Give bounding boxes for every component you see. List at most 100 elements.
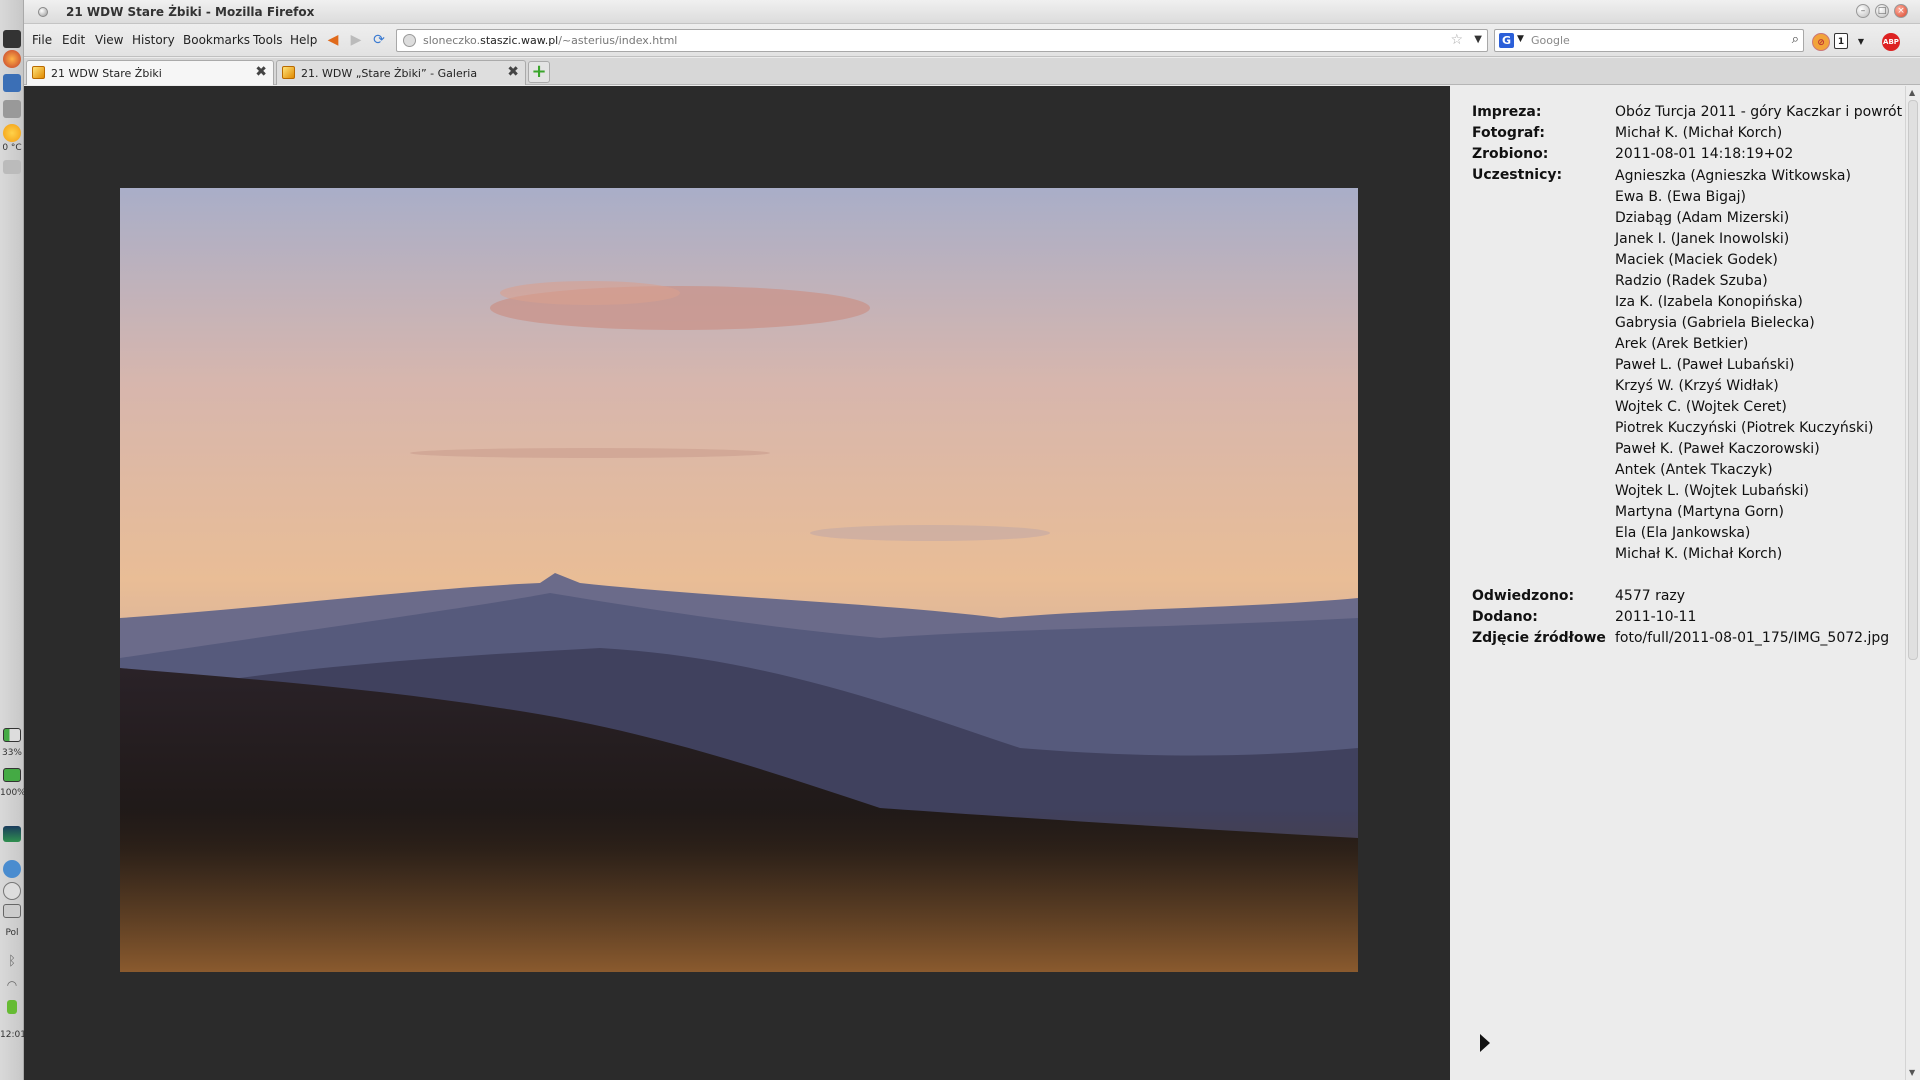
participant-item: Arek (Arek Betkier) [1615, 336, 1749, 352]
tab-galeria[interactable]: 21. WDW „Stare Żbiki” - Galeria ✖ [276, 60, 526, 85]
tab-label: 21. WDW „Stare Żbiki” - Galeria [301, 67, 478, 80]
site-identity-icon[interactable] [403, 34, 416, 47]
participant-item: Piotrek Kuczyński (Piotrek Kuczyński) [1615, 420, 1874, 436]
participant-item: Paweł K. (Paweł Kaczorowski) [1615, 441, 1820, 457]
participant-item: Krzyś W. (Krzyś Widłak) [1615, 378, 1779, 394]
url-bar[interactable]: sloneczko.staszic.waw.pl/~asterius/index… [396, 29, 1488, 52]
menu-tools[interactable]: Tools [253, 33, 283, 47]
taken-value: 2011-08-01 14:18:19+02 [1615, 146, 1794, 162]
firefox-window: 21 WDW Stare Żbiki - Mozilla Firefox – □… [24, 0, 1920, 1080]
menu-view[interactable]: View [95, 33, 123, 47]
visited-value: 4577 razy [1615, 588, 1686, 604]
participant-item: Janek I. (Janek Inowolski) [1615, 231, 1790, 247]
bluetooth-icon[interactable]: ᛒ [0, 954, 24, 969]
scroll-down-icon[interactable]: ▼ [1909, 1068, 1915, 1077]
addon-dropdown-icon[interactable]: ▼ [1852, 33, 1870, 51]
participant-item: Dziabąg (Adam Mizerski) [1615, 210, 1790, 226]
navigation-toolbar: File Edit View History Bookmarks Tools H… [24, 24, 1920, 57]
visited-label: Odwiedzono: [1472, 588, 1575, 604]
participants-list: Agnieszka (Agnieszka Witkowska) Ewa B. (E… [1615, 166, 1873, 565]
search-engine-dropdown-icon[interactable]: ▼ [1517, 34, 1524, 44]
photographer-value: Michał K. (Michał Korch) [1615, 125, 1783, 141]
settings-icon[interactable] [3, 860, 21, 878]
back-arrow-icon[interactable]: ◀ [324, 32, 342, 48]
battery-level-1: 33% [1, 748, 22, 758]
scroll-up-icon[interactable]: ▲ [1909, 88, 1915, 97]
menu-bookmarks[interactable]: Bookmarks [183, 33, 250, 47]
tab-label: 21 WDW Stare Żbiki [51, 67, 162, 80]
site-favicon-icon [282, 66, 295, 79]
added-label: Dodano: [1472, 609, 1538, 625]
battery-icon[interactable] [3, 768, 21, 782]
scrollbar[interactable]: ▲ ▼ [1905, 86, 1920, 1080]
forward-arrow-icon[interactable]: ▶ [347, 32, 365, 48]
menu-file[interactable]: File [32, 33, 52, 47]
google-engine-icon[interactable]: G [1499, 33, 1514, 48]
close-icon[interactable]: × [1894, 4, 1908, 18]
participant-item: Maciek (Maciek Godek) [1615, 252, 1778, 268]
search-bar[interactable]: G ▼ Google ⌕ [1494, 29, 1804, 52]
participant-item: Ewa B. (Ewa Bigaj) [1615, 189, 1746, 205]
event-value: Obóz Turcja 2011 - góry Kaczkar i powrót [1615, 104, 1903, 120]
desktop-side-panel: 0 °C 33% 100% Pol ᛒ ◠ 12:01 [0, 0, 26, 1080]
battery-level-2: 100% [0, 788, 26, 798]
menu-history[interactable]: History [132, 33, 175, 47]
taken-label: Zrobiono: [1472, 146, 1549, 162]
participant-item: Martyna (Martyna Gorn) [1615, 504, 1784, 520]
mail-icon[interactable] [3, 74, 21, 92]
display-icon[interactable] [3, 904, 21, 918]
title-bar[interactable]: 21 WDW Stare Żbiki - Mozilla Firefox – □… [24, 0, 1920, 24]
search-input[interactable]: Google [1531, 34, 1570, 47]
participant-item: Radzio (Radek Szuba) [1615, 273, 1768, 289]
source-value[interactable]: foto/full/2011-08-01_175/IMG_5072.jpg [1615, 630, 1889, 646]
temperature-readout: 0 °C [2, 143, 22, 153]
window-title: 21 WDW Stare Żbiki - Mozilla Firefox [66, 5, 315, 19]
weather-icon[interactable] [3, 124, 21, 142]
firefox-icon[interactable] [3, 50, 21, 68]
next-photo-arrow-icon[interactable] [1480, 1034, 1490, 1052]
menu-help[interactable]: Help [290, 33, 317, 47]
battery-icon[interactable] [3, 728, 21, 742]
clock-app-icon[interactable] [3, 882, 21, 900]
tab-stare-zbiki[interactable]: 21 WDW Stare Żbiki ✖ [26, 60, 274, 85]
keyboard-layout[interactable]: Pol [0, 928, 24, 938]
reload-icon[interactable]: ⟳ [370, 32, 388, 48]
network-monitor-icon [3, 826, 21, 842]
participant-item: Agnieszka (Agnieszka Witkowska) [1615, 168, 1851, 184]
participant-item: Michał K. (Michał Korch) [1615, 546, 1783, 562]
tab-close-icon[interactable]: ✖ [507, 64, 519, 80]
url-dropdown-icon[interactable]: ▼ [1474, 34, 1482, 45]
monitor-icon [3, 160, 21, 174]
power-icon[interactable] [7, 1000, 17, 1014]
blocked-addon-icon[interactable]: ⊘ [1812, 33, 1830, 51]
new-tab-button[interactable]: + [528, 61, 550, 83]
tab-bar: 21 WDW Stare Żbiki ✖ 21. WDW „Stare Żbik… [24, 58, 1920, 85]
tab-close-icon[interactable]: ✖ [255, 64, 267, 80]
minimize-icon[interactable]: – [1856, 4, 1870, 18]
counter-addon-icon[interactable]: 1 [1834, 33, 1848, 49]
menu-edit[interactable]: Edit [62, 33, 85, 47]
photo-image [120, 188, 1358, 972]
event-label: Impreza: [1472, 104, 1542, 120]
terminal-icon[interactable] [3, 30, 21, 48]
participant-item: Ela (Ela Jankowska) [1615, 525, 1751, 541]
participant-item: Antek (Antek Tkaczyk) [1615, 462, 1773, 478]
window-menu-icon[interactable] [38, 7, 48, 17]
scrollbar-thumb[interactable] [1908, 100, 1918, 660]
mountain-sunset-photo[interactable] [120, 188, 1358, 972]
calculator-icon[interactable] [3, 100, 21, 118]
added-value: 2011-10-11 [1615, 609, 1697, 625]
wifi-icon[interactable]: ◠ [0, 978, 24, 992]
bookmark-star-icon[interactable]: ☆ [1450, 32, 1463, 48]
source-label: Zdjęcie źródłowe [1472, 630, 1606, 646]
photo-viewer [24, 86, 1450, 1080]
participant-item: Gabrysia (Gabriela Bielecka) [1615, 315, 1815, 331]
clock: 12:01 [0, 1030, 26, 1040]
search-icon[interactable]: ⌕ [1792, 32, 1799, 47]
url-text[interactable]: sloneczko.staszic.waw.pl/~asterius/index… [423, 34, 677, 47]
photographer-label: Fotograf: [1472, 125, 1545, 141]
page-content: Impreza: Obóz Turcja 2011 - góry Kaczkar… [24, 86, 1920, 1080]
participant-item: Wojtek C. (Wojtek Ceret) [1615, 399, 1787, 415]
adblock-icon[interactable]: ABP [1882, 33, 1900, 51]
maximize-icon[interactable]: □ [1875, 4, 1889, 18]
